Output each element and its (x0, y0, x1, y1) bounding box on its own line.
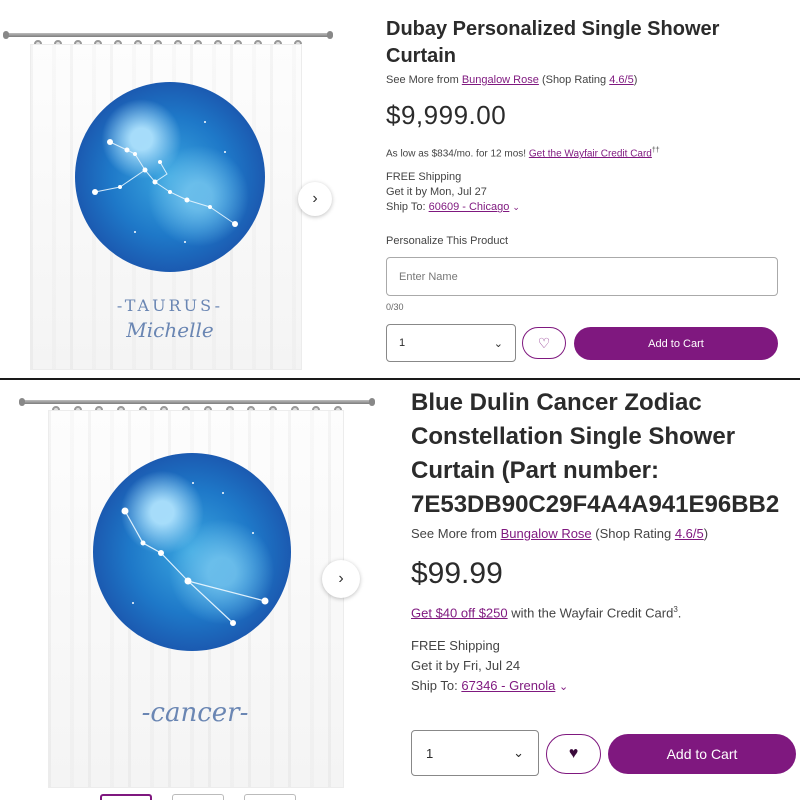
ship-to-label: Ship To: (411, 678, 458, 694)
add-to-cart-button[interactable]: Add to Cart (574, 327, 778, 360)
brand-link[interactable]: Bungalow Rose (501, 526, 592, 541)
title-line: 7E53DB90C29F4A4A941E96BB2 (411, 491, 780, 518)
chevron-down-icon[interactable]: ⌄ (559, 681, 568, 693)
product-price: $99.99 (411, 557, 503, 590)
delivery-text: Get it by Mon, Jul 27 (386, 186, 487, 199)
add-to-cart-label: Add to Cart (666, 746, 738, 762)
ship-to-line: Ship To: 67346 - Grenola ⌄ (411, 678, 800, 693)
add-to-cart-button[interactable]: Add to Cart (608, 734, 796, 774)
char-count: 0/30 (386, 302, 404, 312)
offer-text: with the Wayfair Credit Card (511, 605, 674, 621)
financing-text: As low as $834/mo. for 12 mos! (386, 148, 527, 160)
chevron-down-icon: ⌄ (513, 745, 524, 760)
curtain-personal-name: Michelle (126, 318, 214, 342)
ship-to-link[interactable]: 67346 - Grenola (461, 678, 555, 693)
brand-link[interactable]: Bungalow Rose (462, 74, 539, 86)
brand-line: See More from Bungalow Rose (Shop Rating… (386, 74, 786, 86)
curtain-rod (19, 398, 375, 406)
financing-footnote: †† (651, 147, 660, 154)
heart-outline-icon: ♡ (537, 334, 551, 351)
ship-to-label: Ship To: (386, 201, 426, 214)
product-price: $9,999.00 (386, 100, 507, 130)
product-info: Dubay Personalized Single Shower Curtain… (386, 16, 786, 247)
product-panel-personalized: -TAURUS- Michelle › Dubay Personalized S… (0, 0, 800, 378)
thumbnail-active[interactable] (100, 794, 152, 800)
chevron-right-icon: › (312, 190, 318, 207)
shipping-text: FREE Shipping (386, 171, 462, 184)
constellation-globe (75, 82, 265, 272)
carousel-next-button[interactable]: › (322, 560, 360, 598)
rating-suffix: ) (633, 74, 638, 86)
product-title: Blue Dulin Cancer Zodiac Constellation S… (411, 386, 800, 522)
chevron-down-icon[interactable]: ⌄ (512, 202, 520, 212)
product-image-curtain-taurus[interactable]: -TAURUS- Michelle (0, 0, 340, 378)
quantity-select[interactable]: 1 ⌄ (411, 730, 539, 776)
carousel-next-button[interactable]: › (298, 182, 332, 216)
thumbnail-strip (100, 794, 296, 800)
heart-filled-icon: ♥ (568, 745, 579, 762)
product-image-curtain-cancer[interactable]: -cancer- (0, 380, 380, 800)
rating-suffix: ) (703, 526, 709, 541)
delivery-text: Get it by Fri, Jul 24 (411, 658, 521, 674)
ship-to-line: Ship To: 60609 - Chicago ⌄ (386, 201, 786, 213)
name-input-placeholder: Enter Name (399, 271, 458, 283)
personalize-label: Personalize This Product (386, 235, 509, 248)
product-title: Dubay Personalized Single Shower Curtain (386, 18, 720, 67)
offer-line: Get $40 off $250 with the Wayfair Credit… (411, 605, 800, 620)
credit-offer-link[interactable]: Get $40 off $250 (411, 605, 508, 620)
curtain-rod (3, 31, 333, 39)
favorite-button[interactable]: ♡ (522, 327, 566, 359)
curtain-sign-label: -TAURUS- (116, 296, 224, 315)
see-more-text: See More from (411, 526, 497, 541)
financing-line: As low as $834/mo. for 12 mos! Get the W… (386, 147, 786, 159)
title-line: Constellation Single Shower (411, 423, 736, 450)
title-line: Curtain (Part number: (411, 457, 660, 484)
favorite-button[interactable]: ♥ (546, 734, 601, 774)
curtain-sign-label: -cancer- (141, 698, 249, 728)
title-line: Blue Dulin Cancer Zodiac (411, 389, 702, 416)
rating-link[interactable]: 4.6/5 (609, 74, 633, 86)
rating-link[interactable]: 4.6/5 (675, 526, 704, 541)
ship-to-link[interactable]: 60609 - Chicago (429, 201, 510, 213)
credit-card-link[interactable]: Get the Wayfair Credit Card (529, 148, 652, 159)
quantity-select[interactable]: 1 ⌄ (386, 324, 516, 362)
rating-prefix: (Shop Rating (541, 74, 607, 86)
chevron-down-icon: ⌄ (493, 337, 503, 350)
see-more-text: See More from (386, 74, 459, 86)
name-input[interactable]: Enter Name (386, 257, 778, 296)
product-info: Blue Dulin Cancer Zodiac Constellation S… (411, 386, 800, 693)
thumbnail[interactable] (244, 794, 296, 800)
constellation-globe (93, 453, 291, 651)
product-panel-cancer: -cancer- › Blue Dulin Cancer Zodiac Cons… (0, 380, 800, 800)
brand-line: See More from Bungalow Rose (Shop Rating… (411, 526, 800, 541)
add-to-cart-label: Add to Cart (648, 337, 704, 350)
thumbnail[interactable] (172, 794, 224, 800)
rating-prefix: (Shop Rating (595, 526, 672, 541)
shipping-text: FREE Shipping (411, 638, 500, 654)
chevron-right-icon: › (338, 570, 344, 587)
quantity-value: 1 (399, 337, 406, 349)
offer-end: . (677, 605, 682, 621)
quantity-value: 1 (426, 745, 434, 761)
